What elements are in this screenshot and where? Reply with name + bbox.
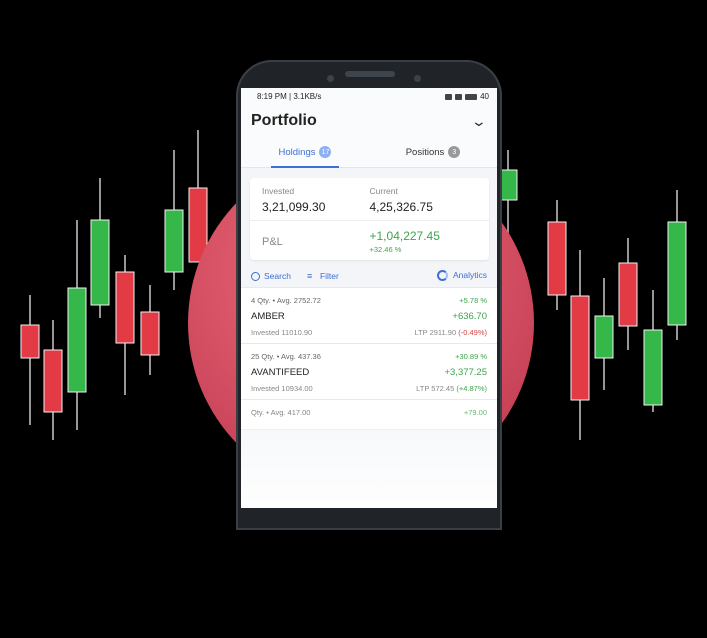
summary-card: Invested 3,21,099.30 Current 4,25,326.75… [250,178,489,260]
ltp-change: (-0.49%) [458,328,487,338]
pct-change: +5.78 % [459,296,487,306]
battery-level: 40 [480,92,489,101]
list-item[interactable]: 25 Qty. • Avg. 437.36 +30.89 % AVANTIFEE… [241,344,497,401]
qty-avg: 4 Qty. • Avg. 2752.72 [251,296,321,306]
status-icons: 40 [445,92,489,101]
pl-value: +1,04,227.45 [369,229,440,243]
ltp: LTP 572.45 [416,384,455,394]
pl-percent: +32.46 % [369,245,402,254]
app-header: Portfolio ⌄ [241,105,497,137]
phone-sensor [414,75,421,82]
invested-label: Invested [262,186,295,196]
app-screen: 8:19 PM | 3.1KB/s 40 Portfolio ⌄ Holding… [241,88,497,508]
qty-avg: 25 Qty. • Avg. 437.36 [251,352,321,362]
tab-positions[interactable]: Positions 3 [369,137,497,167]
analytics-label: Analytics [452,270,487,280]
status-bar: 8:19 PM | 3.1KB/s 40 [241,88,497,105]
battery-icon [465,93,478,100]
pct-change: +30.89 % [455,352,487,362]
ltp-group: LTP 2911.90 (-0.49%) [414,328,487,337]
candle-body [115,271,135,344]
candle-body [164,209,184,273]
candle-body [667,221,687,326]
holdings-list: 4 Qty. • Avg. 2752.72 +5.78 % AMBER +636… [241,287,497,431]
wifi-icon [455,93,463,100]
ltp-group: LTP 572.45 (+4.87%) [416,384,487,393]
pnl: +3,377.25 [444,367,487,379]
filter-button[interactable]: ≡ Filter [307,271,339,281]
candle-body [643,329,663,406]
candle-body [43,349,63,413]
list-toolbar: Search ≡ Filter Analytics [241,260,497,287]
tab-label: Positions [405,146,445,158]
symbol: AVANTIFEED [251,367,310,379]
signal-icon [445,93,453,100]
candle-body [67,287,87,393]
phone-speaker [345,71,395,77]
candle-body [618,262,638,327]
list-item[interactable]: Qty. • Avg. 417.00 +79.00 [241,400,497,431]
pl-label: P&L [262,235,283,248]
phone-sensor [327,75,334,82]
tab-bar: Holdings 17 Positions 3 [241,137,497,168]
candle-body [90,219,110,306]
ltp-change: (+4.87%) [456,384,487,394]
list-item[interactable]: 4 Qty. • Avg. 2752.72 +5.78 % AMBER +636… [241,288,497,345]
chevron-down-icon[interactable]: ⌄ [471,113,487,130]
tab-holdings[interactable]: Holdings 17 [241,137,369,168]
pct-change: +79.00 [463,408,487,418]
status-time: 8:19 PM | 3.1KB/s [257,92,322,101]
invested: Invested 11010.90 [251,328,313,338]
candle-body [20,324,40,359]
candle-body [570,295,590,401]
current-value: 4,25,326.75 [369,200,433,214]
search-button[interactable]: Search [251,271,291,281]
search-icon [251,271,260,281]
invested-value: 3,21,099.30 [262,200,326,214]
filter-icon: ≡ [306,270,313,281]
analytics-button[interactable]: Analytics [436,270,487,282]
current-label: Current [369,186,398,196]
ltp: LTP 2911.90 [414,328,457,338]
candle-body [547,221,567,296]
analytics-icon [436,270,448,282]
count-badge: 3 [448,146,461,158]
invested: Invested 10934.00 [251,384,313,394]
count-badge: 17 [319,146,332,158]
page-title: Portfolio [251,112,317,129]
pnl: +636.70 [452,311,487,323]
filter-label: Filter [319,270,339,281]
candle-body [594,315,614,359]
tab-label: Holdings [278,146,316,158]
symbol: AMBER [251,311,285,323]
qty-avg: Qty. • Avg. 417.00 [251,408,311,418]
search-label: Search [264,270,291,281]
candle-body [140,311,160,356]
